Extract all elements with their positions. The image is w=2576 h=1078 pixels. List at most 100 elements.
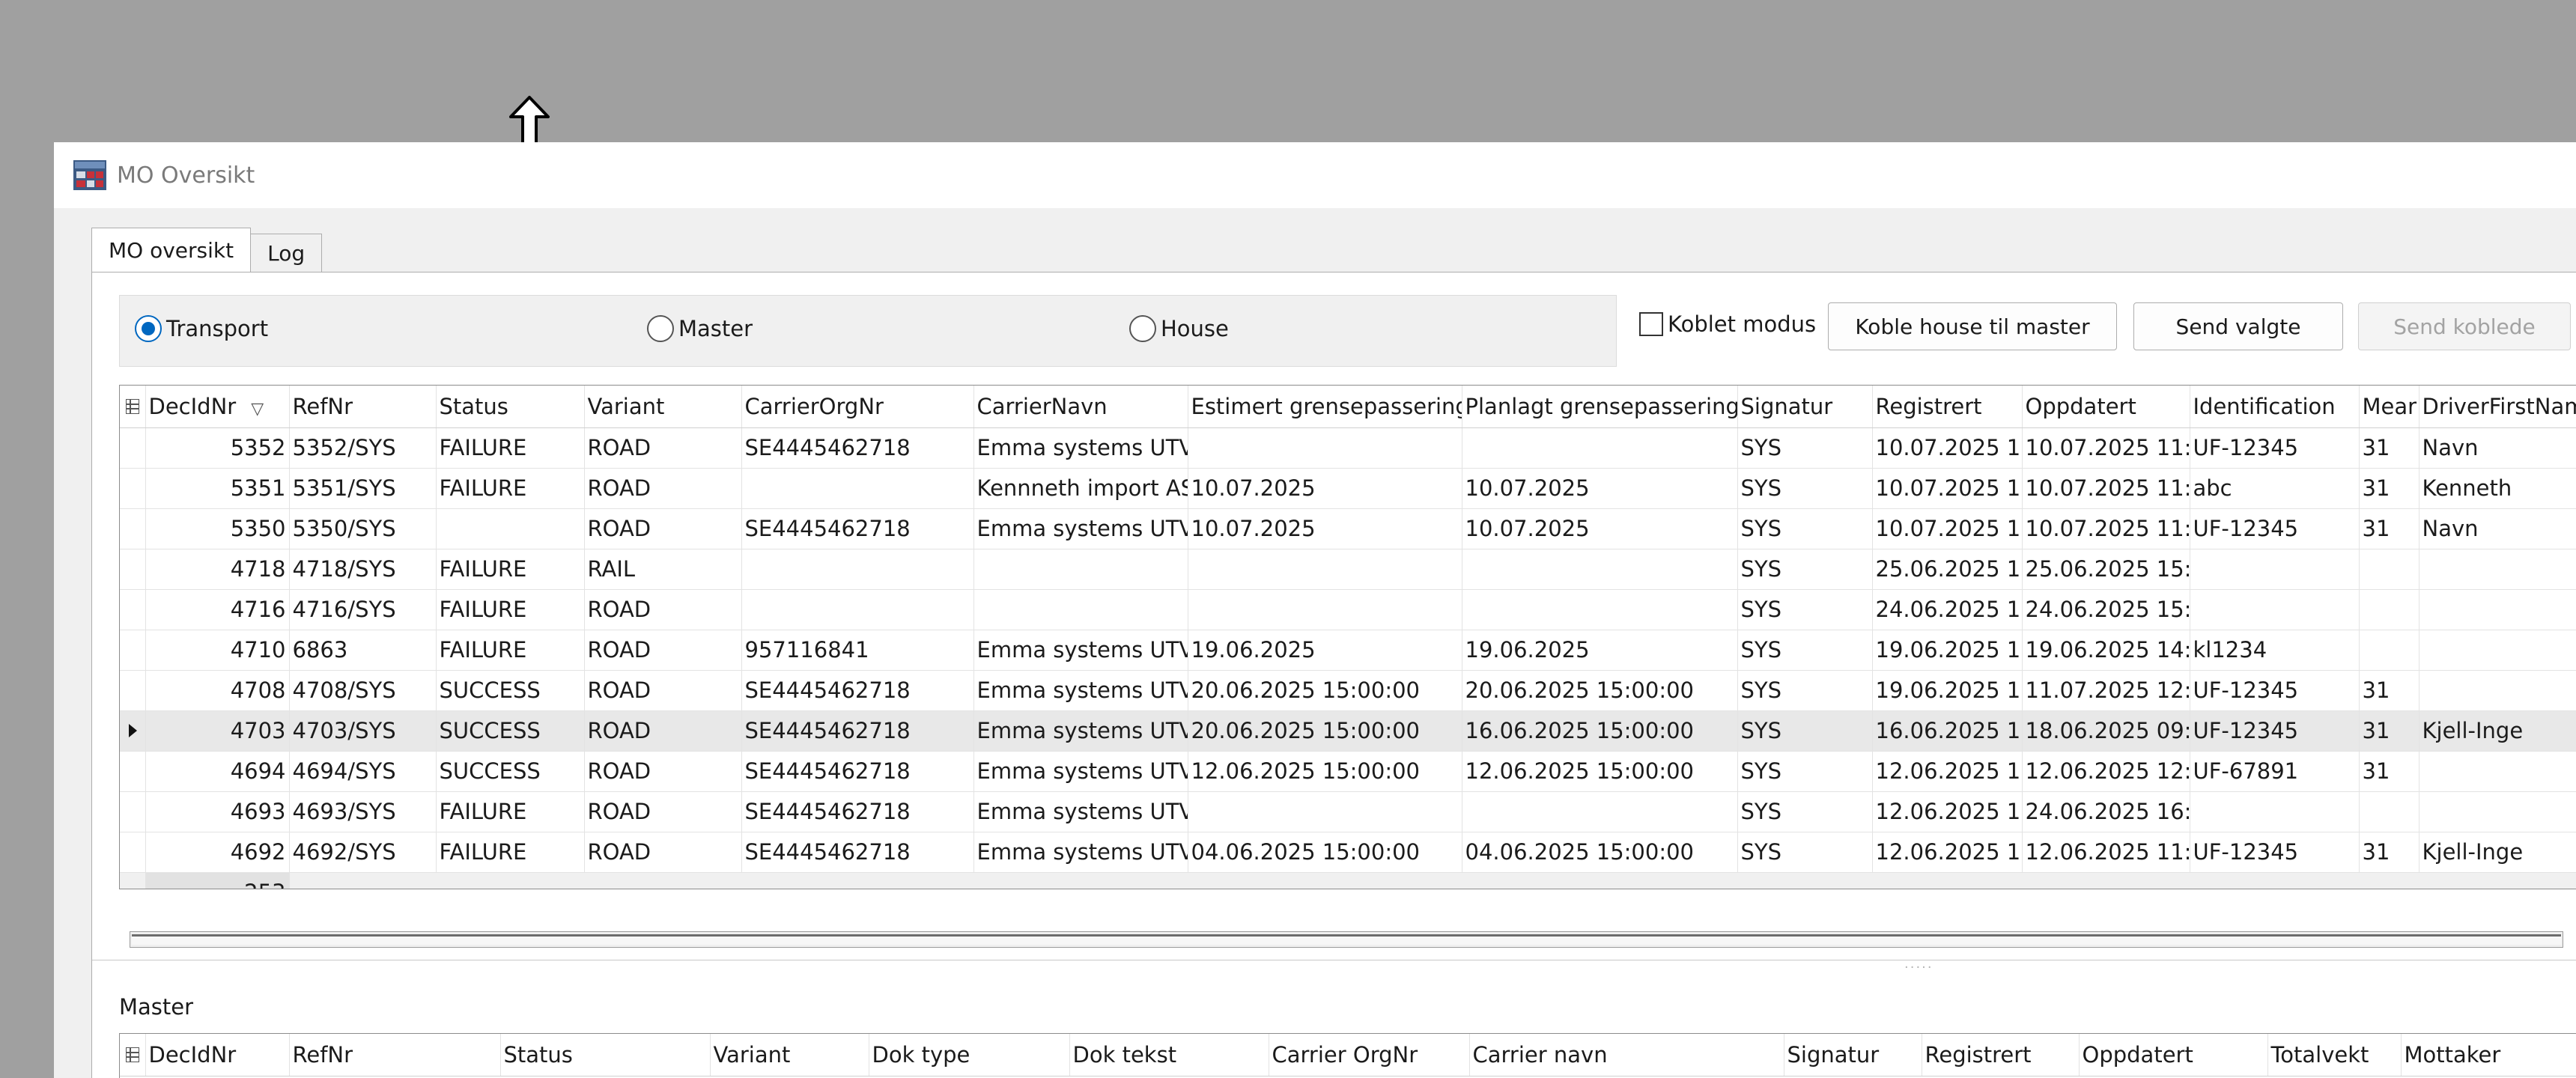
cell-carrierorgnr[interactable] <box>741 549 974 590</box>
cell-signatur[interactable]: SYS <box>1737 710 1873 752</box>
cell-oppdatert[interactable]: 12.06.2025 11: <box>2022 832 2190 873</box>
cell-oppdatert[interactable]: 18.06.2025 09: <box>2022 710 2190 752</box>
cell-estimert-grensepassering[interactable]: 19.06.2025 <box>1188 630 1462 671</box>
cell-variant[interactable]: RAIL <box>584 549 742 590</box>
cell-signatur[interactable]: SYS <box>1737 549 1873 590</box>
cell-carrierorgnr[interactable] <box>741 589 974 630</box>
cell-mear[interactable] <box>2359 791 2419 832</box>
cell-carriernavn[interactable]: Kennneth import AS <box>973 468 1188 509</box>
master-column-header-registrert[interactable]: Registrert <box>1922 1034 2080 1077</box>
cell-signatur[interactable]: SYS <box>1737 751 1873 792</box>
row-selector[interactable] <box>120 832 146 873</box>
cell-decidnr[interactable]: 4692 <box>145 832 290 873</box>
cell-driverfirstnam[interactable] <box>2419 751 2576 792</box>
row-selector[interactable] <box>120 468 146 509</box>
cell-carrierorgnr[interactable]: SE4445462718 <box>741 508 974 549</box>
row-selector[interactable] <box>120 670 146 711</box>
cell-identification[interactable]: UF-67891 <box>2190 751 2360 792</box>
cell-variant[interactable]: ROAD <box>584 791 742 832</box>
cell-driverfirstnam[interactable] <box>2419 630 2576 671</box>
cell-variant[interactable]: ROAD <box>584 751 742 792</box>
cell-variant[interactable]: ROAD <box>584 710 742 752</box>
column-header-estimert-grensepassering[interactable]: Estimert grensepassering <box>1188 386 1462 428</box>
master-grid[interactable]: DecIdNr RefNr Status Variant Dok type Dok tek… <box>119 1033 2576 1078</box>
cell-mear[interactable]: 31 <box>2359 427 2419 469</box>
cell-variant[interactable]: ROAD <box>584 468 742 509</box>
transport-grid[interactable]: DecIdNr ▽ RefNr Status Variant CarrierOrgNr Ca… <box>119 385 2576 889</box>
cell-refnr[interactable]: 4718/SYS <box>289 549 437 590</box>
cell-estimert-grensepassering[interactable] <box>1188 791 1462 832</box>
column-header-refnr[interactable]: RefNr <box>289 386 437 428</box>
cell-status[interactable]: SUCCESS <box>436 710 585 752</box>
cell-identification[interactable] <box>2190 589 2360 630</box>
tab-log[interactable]: Log <box>250 234 323 272</box>
cell-estimert-grensepassering[interactable]: 20.06.2025 15:00:00 <box>1188 710 1462 752</box>
cell-driverfirstnam[interactable]: Kjell-Inge <box>2419 832 2576 873</box>
scrollbar-thumb[interactable] <box>132 934 2561 945</box>
cell-variant[interactable]: ROAD <box>584 630 742 671</box>
cell-driverfirstnam[interactable]: Navn <box>2419 427 2576 469</box>
column-header-status[interactable]: Status <box>436 386 585 428</box>
row-selector[interactable] <box>120 710 146 752</box>
table-row[interactable]: 4692 4692/SYS FAILURE ROAD SE4445462718 Emma … <box>120 832 2576 873</box>
grid-options-header[interactable] <box>120 1034 146 1077</box>
cell-signatur[interactable]: SYS <box>1737 670 1873 711</box>
cell-estimert-grensepassering[interactable]: 12.06.2025 15:00:00 <box>1188 751 1462 792</box>
cell-driverfirstnam[interactable] <box>2419 589 2576 630</box>
cell-planlagt-grensepassering[interactable]: 19.06.2025 <box>1462 630 1738 671</box>
cell-mear[interactable]: 31 <box>2359 751 2419 792</box>
cell-planlagt-grensepassering[interactable]: 16.06.2025 15:00:00 <box>1462 710 1738 752</box>
cell-status[interactable]: FAILURE <box>436 630 585 671</box>
cell-oppdatert[interactable]: 25.06.2025 15: <box>2022 549 2190 590</box>
cell-carrierorgnr[interactable] <box>741 468 974 509</box>
cell-carrierorgnr[interactable]: SE4445462718 <box>741 791 974 832</box>
cell-refnr[interactable]: 4703/SYS <box>289 710 437 752</box>
cell-carriernavn[interactable]: Emma systems UTVI <box>973 508 1188 549</box>
cell-carriernavn[interactable] <box>973 549 1188 590</box>
master-column-header-decidnr[interactable]: DecIdNr <box>145 1034 290 1077</box>
cell-refnr[interactable]: 6863 <box>289 630 437 671</box>
row-selector[interactable] <box>120 630 146 671</box>
cell-carriernavn[interactable] <box>973 589 1188 630</box>
cell-driverfirstnam[interactable] <box>2419 791 2576 832</box>
table-row[interactable]: 5351 5351/SYS FAILURE ROAD Kennneth import A… <box>120 468 2576 509</box>
radio-transport[interactable]: Transport <box>135 315 268 342</box>
cell-decidnr[interactable]: 4693 <box>145 791 290 832</box>
column-header-decidnr[interactable]: DecIdNr ▽ <box>145 386 290 428</box>
send-valgte-button[interactable]: Send valgte <box>2133 302 2343 350</box>
cell-driverfirstnam[interactable]: Kenneth <box>2419 468 2576 509</box>
cell-status[interactable]: FAILURE <box>436 589 585 630</box>
cell-variant[interactable]: ROAD <box>584 670 742 711</box>
cell-registrert[interactable]: 19.06.2025 1 <box>1872 630 2023 671</box>
cell-carriernavn[interactable]: Emma systems UTVI <box>973 832 1188 873</box>
cell-identification[interactable] <box>2190 791 2360 832</box>
cell-signatur[interactable]: SYS <box>1737 589 1873 630</box>
cell-estimert-grensepassering[interactable] <box>1188 549 1462 590</box>
column-header-carriernavn[interactable]: CarrierNavn <box>973 386 1188 428</box>
cell-refnr[interactable]: 4708/SYS <box>289 670 437 711</box>
cell-identification[interactable]: UF-12345 <box>2190 427 2360 469</box>
cell-registrert[interactable]: 12.06.2025 1 <box>1872 832 2023 873</box>
horizontal-scrollbar[interactable] <box>130 931 2563 948</box>
table-row[interactable]: 4708 4708/SYS SUCCESS ROAD SE4445462718 Emma … <box>120 670 2576 711</box>
cell-planlagt-grensepassering[interactable]: 10.07.2025 <box>1462 508 1738 549</box>
master-column-header-variant[interactable]: Variant <box>710 1034 869 1077</box>
cell-variant[interactable]: ROAD <box>584 427 742 469</box>
cell-oppdatert[interactable]: 12.06.2025 12: <box>2022 751 2190 792</box>
cell-signatur[interactable]: SYS <box>1737 468 1873 509</box>
cell-status[interactable]: FAILURE <box>436 468 585 509</box>
cell-planlagt-grensepassering[interactable] <box>1462 549 1738 590</box>
cell-refnr[interactable]: 5352/SYS <box>289 427 437 469</box>
cell-estimert-grensepassering[interactable] <box>1188 589 1462 630</box>
cell-status[interactable]: SUCCESS <box>436 670 585 711</box>
cell-registrert[interactable]: 10.07.2025 1 <box>1872 508 2023 549</box>
cell-decidnr[interactable]: 5351 <box>145 468 290 509</box>
master-column-header-carrier-orgnr[interactable]: Carrier OrgNr <box>1269 1034 1470 1077</box>
column-header-identification[interactable]: Identification <box>2190 386 2360 428</box>
cell-signatur[interactable]: SYS <box>1737 427 1873 469</box>
cell-planlagt-grensepassering[interactable]: 04.06.2025 15:00:00 <box>1462 832 1738 873</box>
cell-registrert[interactable]: 10.07.2025 1 <box>1872 427 2023 469</box>
radio-master[interactable]: Master <box>647 315 753 342</box>
table-row[interactable]: 4710 6863 FAILURE ROAD 957116841 Emma systems… <box>120 630 2576 671</box>
tab-mo-oversikt[interactable]: MO oversikt <box>91 228 252 272</box>
